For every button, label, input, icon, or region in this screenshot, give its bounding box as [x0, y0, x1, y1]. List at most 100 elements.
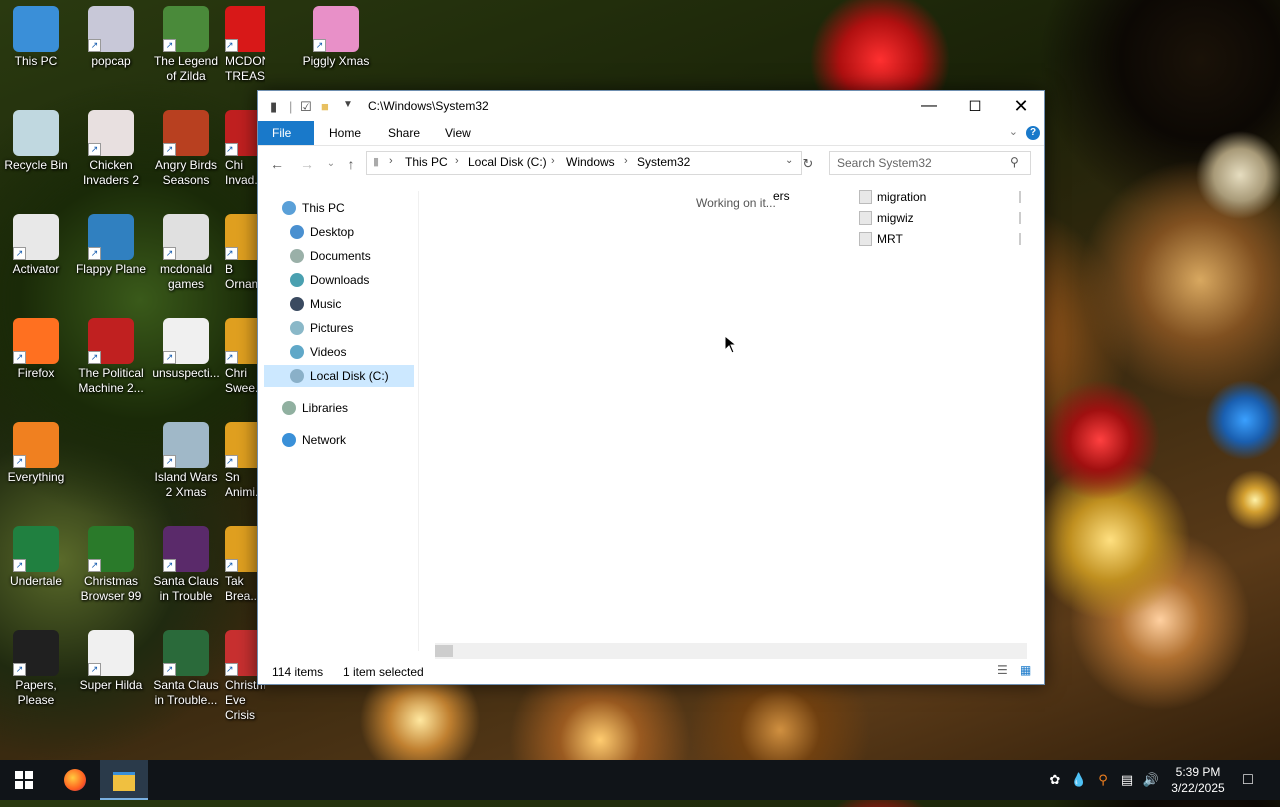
desktop-icon[interactable]: Recycle Bin: [0, 110, 72, 173]
nav-item-this-pc[interactable]: This PC: [282, 197, 345, 219]
desktop-icon[interactable]: ↗ MCDONAL TREASURE...: [225, 6, 265, 84]
quick-access-pin-icon[interactable]: ▮: [270, 99, 277, 115]
app-icon: ↗: [13, 214, 59, 260]
nav-item-music[interactable]: Music: [290, 293, 341, 315]
desktop-icon[interactable]: ↗ Chicken Invaders 2: [75, 110, 147, 188]
nav-item-documents[interactable]: Documents: [290, 245, 371, 267]
up-button[interactable]: ↑: [340, 153, 362, 175]
scrollbar-thumb[interactable]: [435, 645, 453, 657]
shortcut-arrow-icon: ↗: [13, 455, 26, 468]
desktop-icon[interactable]: ↗ Santa Claus in Trouble: [150, 526, 222, 604]
nav-item-icon: [290, 272, 304, 287]
tray-app-icon[interactable]: ✿: [1043, 760, 1067, 800]
nav-item-label: Music: [310, 297, 342, 311]
everything-tray-icon[interactable]: ⚲: [1091, 760, 1115, 800]
customize-quick-access-icon[interactable]: ▼: [343, 99, 353, 110]
folder-name: MRT: [877, 232, 903, 246]
desktop-icon[interactable]: ↗ Piggly Xmas: [300, 6, 372, 69]
desktop-icon[interactable]: ↗ Everything: [0, 422, 72, 485]
breadcrumb-chevron-icon[interactable]: ›: [624, 155, 628, 167]
app-icon: ↗: [313, 6, 359, 52]
desktop-icon[interactable]: ↗ Activator: [0, 214, 72, 277]
breadcrumb-windows[interactable]: Windows: [566, 155, 615, 169]
address-dropdown-icon[interactable]: ⌄: [785, 155, 793, 166]
nav-item-libraries[interactable]: Libraries: [282, 397, 348, 419]
large-icons-view-icon[interactable]: ▦: [1020, 663, 1031, 677]
nav-item-downloads[interactable]: Downloads: [290, 269, 369, 291]
nav-item-local-disk-c[interactable]: Local Disk (C:): [264, 365, 414, 387]
refresh-icon[interactable]: ↻: [797, 153, 819, 175]
close-button[interactable]: ✕: [998, 91, 1044, 121]
selection-count: 1 item selected: [343, 665, 424, 679]
mouse-cursor: [724, 335, 738, 354]
breadcrumb-chevron-icon[interactable]: ›: [389, 155, 393, 167]
address-bar[interactable]: ▮ › This PC › Local Disk (C:) › Windows …: [366, 151, 802, 175]
desktop-icon[interactable]: ↗ Santa Claus in Trouble...: [150, 630, 222, 708]
nav-item-desktop[interactable]: Desktop: [290, 221, 354, 243]
folder-item[interactable]: migwiz: [859, 208, 1021, 228]
help-icon[interactable]: ?: [1026, 126, 1040, 140]
clock[interactable]: 5:39 PM 3/22/2025: [1158, 764, 1238, 796]
desktop-icon[interactable]: ↗ popcap: [75, 6, 147, 69]
nav-item-videos[interactable]: Videos: [290, 341, 346, 363]
shortcut-arrow-icon: ↗: [225, 143, 238, 156]
file-list[interactable]: Working on it... ers migration migwiz MRT: [419, 189, 1043, 651]
firefox-taskbar-icon[interactable]: [51, 760, 99, 800]
new-folder-icon[interactable]: ■: [321, 99, 329, 114]
folder-icon: [859, 231, 872, 246]
shortcut-arrow-icon: ↗: [225, 559, 238, 572]
folder-item[interactable]: migration: [859, 187, 1021, 207]
back-button[interactable]: ←: [266, 153, 288, 175]
shortcut-arrow-icon: ↗: [13, 663, 26, 676]
app-icon: [13, 110, 59, 156]
desktop-icon[interactable]: ↗ Angry Birds Seasons: [150, 110, 222, 188]
breadcrumb-chevron-icon[interactable]: ›: [551, 155, 555, 167]
expand-ribbon-icon[interactable]: ⌄: [1009, 125, 1018, 138]
nav-item-network[interactable]: Network: [282, 429, 346, 451]
desktop-icon[interactable]: ↗ The Political Machine 2...: [75, 318, 147, 396]
desktop-icon[interactable]: ↗ Papers, Please: [0, 630, 72, 708]
maximize-button[interactable]: ◻: [952, 91, 998, 121]
recent-locations-icon[interactable]: ⌄: [320, 153, 342, 175]
desktop-icon[interactable]: ↗ unsuspecti...: [150, 318, 222, 381]
desktop-icon[interactable]: ↗ Super Hilda: [75, 630, 147, 693]
app-icon: ↗: [88, 630, 134, 676]
notifications-icon[interactable]: □: [1236, 760, 1260, 800]
desktop-icon[interactable]: ↗ The Legend of Zilda: [150, 6, 222, 84]
folder-item[interactable]: MRT: [859, 229, 1021, 249]
horizontal-scrollbar[interactable]: [435, 643, 1027, 659]
breadcrumb-this-pc[interactable]: This PC: [405, 155, 448, 169]
network-icon[interactable]: ▤: [1115, 760, 1139, 800]
properties-icon[interactable]: ☑: [300, 99, 312, 115]
details-view-icon[interactable]: ☰: [997, 663, 1008, 677]
forward-button[interactable]: →: [296, 153, 318, 175]
tab-home[interactable]: Home: [315, 121, 375, 145]
desktop-icon[interactable]: ↗ Undertale: [0, 526, 72, 589]
navigation-pane: This PC Desktop Documents Downloads Music Pic…: [258, 191, 419, 651]
desktop-icon-label: Santa Claus in Trouble...: [153, 678, 219, 707]
folder-icon: [859, 189, 872, 204]
column-separator: [1019, 212, 1021, 224]
desktop-icon[interactable]: ↗ mcdonald games: [150, 214, 222, 292]
tray-drop-icon[interactable]: 💧: [1067, 760, 1091, 800]
breadcrumb-system32[interactable]: System32: [637, 155, 690, 169]
desktop-icon-label: Island Wars 2 Xmas: [154, 470, 218, 499]
nav-item-pictures[interactable]: Pictures: [290, 317, 353, 339]
desktop-icon[interactable]: ↗ Christmas Browser 99: [75, 526, 147, 604]
file-explorer-taskbar-icon[interactable]: [100, 760, 148, 800]
breadcrumb-chevron-icon[interactable]: ›: [455, 155, 459, 167]
title-bar[interactable]: ▮ | ☑ ■ ▼ C:\Windows\System32 — ◻ ✕: [258, 91, 1044, 121]
desktop-icon[interactable]: ↗ Flappy Plane: [75, 214, 147, 277]
tab-file[interactable]: File: [258, 121, 314, 145]
desktop-icon[interactable]: This PC: [0, 6, 72, 69]
tab-share[interactable]: Share: [374, 121, 434, 145]
search-input[interactable]: Search System32 ⚲: [829, 151, 1031, 175]
minimize-button[interactable]: —: [906, 91, 952, 121]
search-icon: ⚲: [1010, 155, 1019, 169]
desktop-icon[interactable]: ↗ Island Wars 2 Xmas: [150, 422, 222, 500]
desktop-icon[interactable]: ↗ Firefox: [0, 318, 72, 381]
desktop-icon-label: Chicken Invaders 2: [82, 158, 140, 187]
breadcrumb-local-disk[interactable]: Local Disk (C:): [468, 155, 547, 169]
tab-view[interactable]: View: [431, 121, 485, 145]
start-button[interactable]: [0, 760, 48, 800]
